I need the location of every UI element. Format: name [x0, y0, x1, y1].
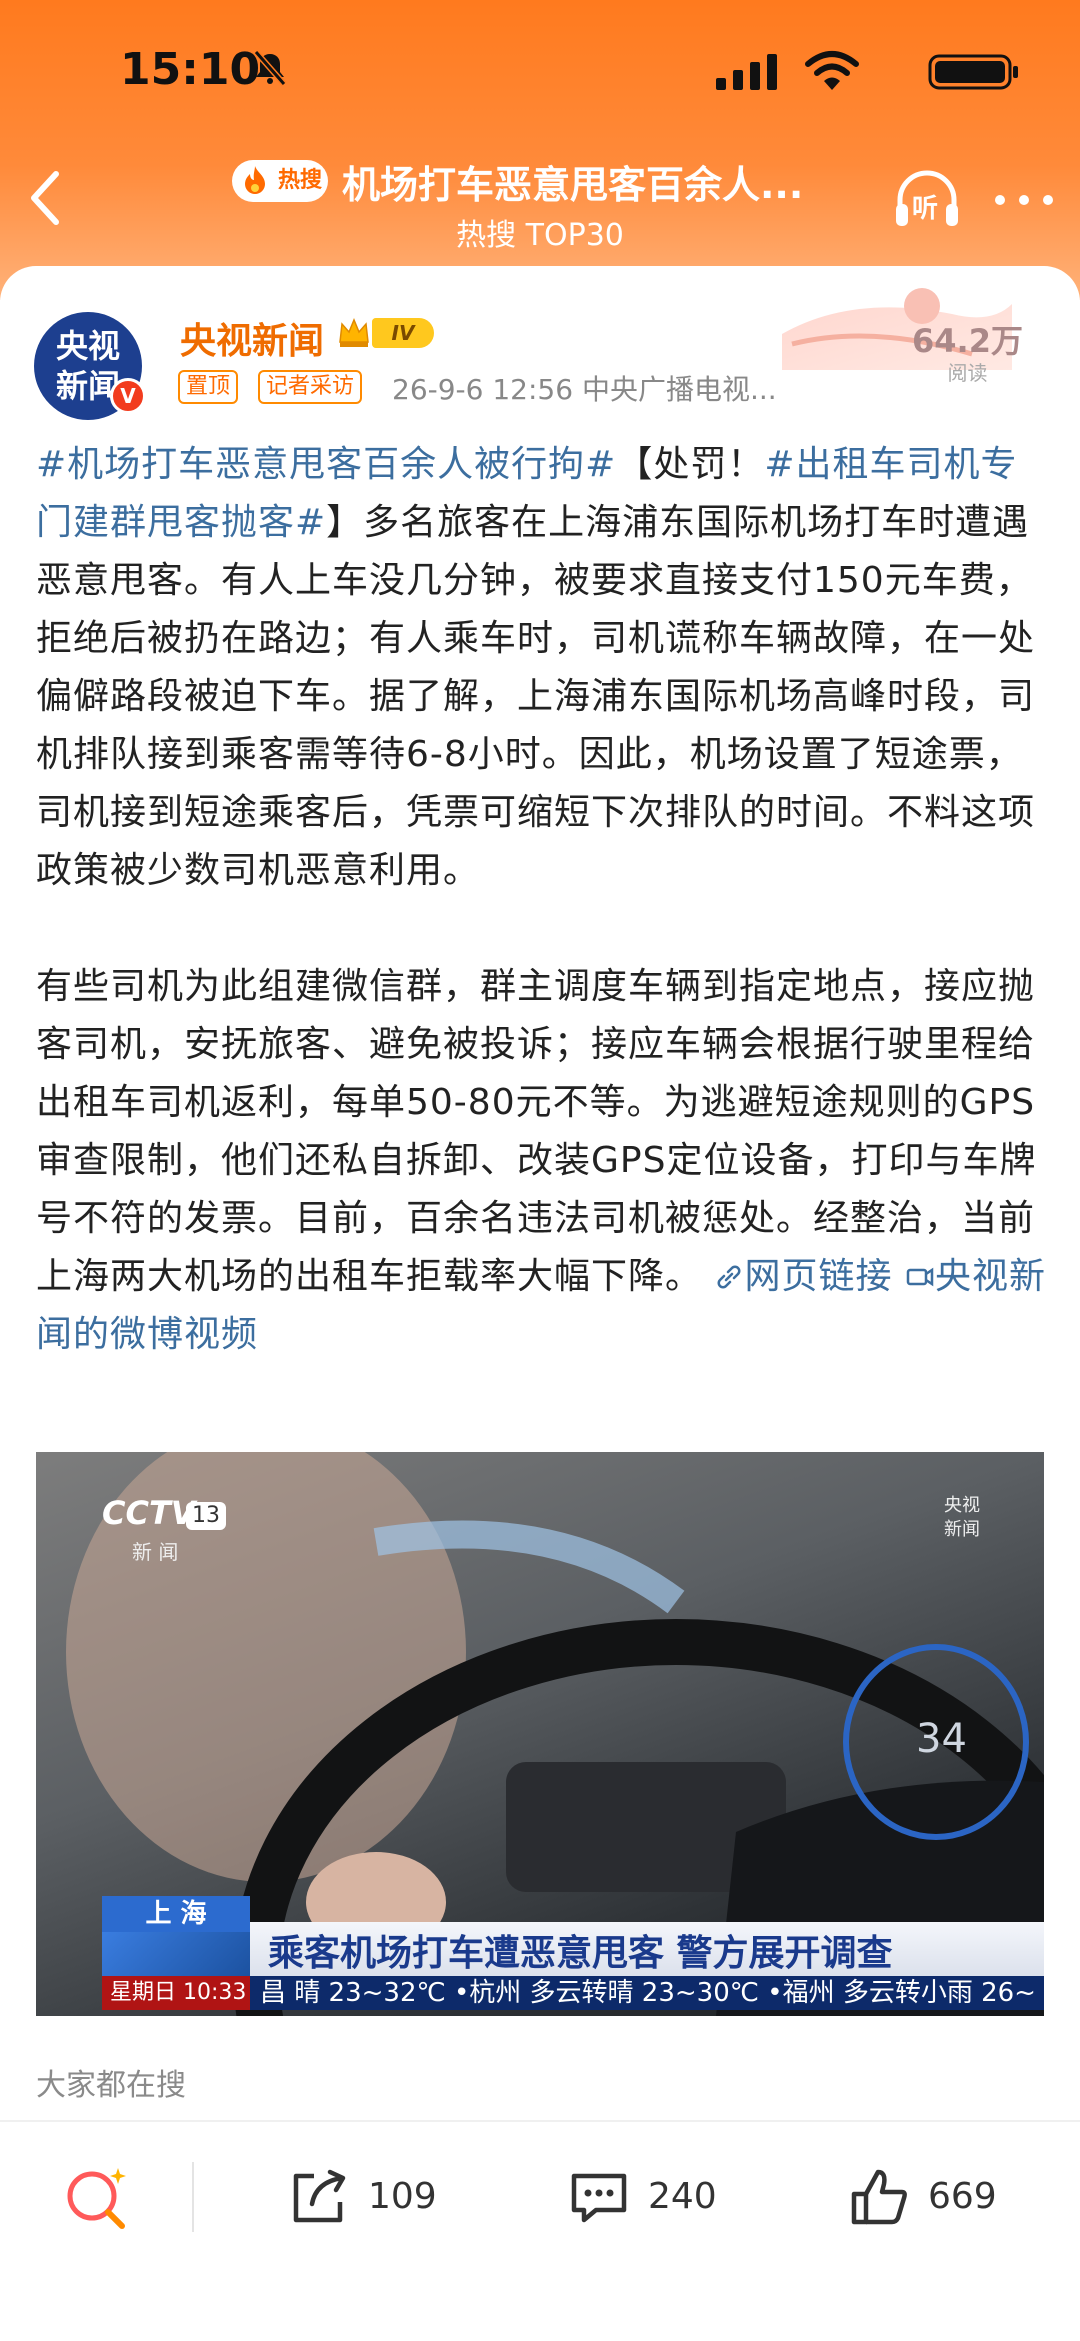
listen-label: 听	[912, 194, 939, 224]
more-options-icon[interactable]	[994, 194, 1054, 206]
comment-icon	[571, 2173, 627, 2223]
author-name[interactable]: 央视新闻	[180, 312, 324, 364]
member-level-badge: IV	[372, 318, 434, 348]
comment-count: 240	[648, 2176, 717, 2217]
comment-button[interactable]: 240	[566, 2164, 746, 2234]
video-player[interactable]: 34 CCTV 13 新 闻 央视 新闻 上 海 乘客机场打车遭恶意甩客 警方展…	[36, 1452, 1044, 2016]
post-body: #机场打车恶意甩客百余人被行拘#【处罚！#出租车司机专门建群甩客抛客#】多名旅客…	[36, 436, 1046, 1364]
listen-button[interactable]: 听	[892, 168, 962, 232]
flame-icon	[245, 166, 265, 194]
view-count: 64.2万 阅读	[912, 316, 1023, 384]
like-button[interactable]: 669	[846, 2164, 1026, 2234]
post-text-fragment: 】多名旅客在上海浦东国际机场打车时遭遇恶意甩客。有人上车没几分钟，被要求直接支付…	[36, 502, 1036, 891]
hashtag-link-1[interactable]: #机场打车恶意甩客百余人被行拘#	[36, 444, 616, 485]
caption-city: 上 海	[102, 1896, 250, 1932]
wifi-icon	[805, 51, 859, 90]
battery-icon	[928, 54, 1018, 90]
share-count: 109	[368, 2176, 437, 2217]
thumbs-up-icon	[851, 2169, 907, 2225]
search-icon[interactable]	[60, 2162, 132, 2234]
post-paragraph-2: 有些司机为此组建微信群，群主调度车辆到指定地点，接应抛客司机，安抚旅客、避免被投…	[36, 958, 1046, 1364]
tag-reporter-interview: 记者采访	[258, 370, 363, 404]
share-button[interactable]: 109	[286, 2164, 446, 2234]
hot-badge-text: 热搜	[278, 168, 323, 193]
post-text-fragment: 有些司机为此组建微信群，群主调度车辆到指定地点，接应抛客司机，安抚旅客、避免被投…	[36, 966, 1037, 1297]
bottom-toolbar: 109 240 669	[0, 2120, 1080, 2341]
crown-icon	[339, 318, 369, 347]
like-count: 669	[928, 2176, 997, 2217]
web-link[interactable]: 网页链接	[714, 1256, 892, 1297]
tag-pinned: 置顶	[178, 370, 239, 404]
post-paragraph-1: #机场打车恶意甩客百余人被行拘#【处罚！#出租车司机专门建群甩客抛客#】多名旅客…	[36, 436, 1046, 900]
watermark-line1: 央视	[944, 1495, 980, 1516]
cellular-signal-icon	[716, 54, 777, 90]
share-icon	[293, 2169, 346, 2223]
cctv-channel-sub: 新 闻	[132, 1540, 179, 1564]
post-text-fragment: 【处罚！	[616, 444, 765, 485]
view-count-value: 64.2万	[912, 322, 1023, 360]
watermark-line2: 新闻	[944, 1519, 980, 1540]
verified-badge: V	[110, 378, 146, 414]
link-icon	[718, 1265, 741, 1289]
caption-weather-ticker: 昌 晴 23~32℃ •杭州 多云转晴 23~30℃ •福州 多云转小雨 26~	[250, 1976, 1044, 2010]
hot-search-badge: 热搜	[232, 160, 328, 202]
cctv-news-watermark: 央视 新闻	[942, 1494, 982, 1554]
avatar-text-line1: 央视	[55, 327, 120, 365]
mute-bell-icon	[253, 50, 287, 86]
status-bar: 15:10	[120, 44, 1020, 104]
speedometer-reading: 34	[916, 1716, 967, 1762]
status-time: 15:10	[120, 44, 261, 95]
view-count-label: 阅读	[947, 361, 988, 385]
header-title-area: 热搜 机场打车恶意甩客百余人... 热搜 TOP30	[220, 150, 860, 260]
web-link-label: 网页链接	[744, 1256, 893, 1297]
section-label: 大家都在搜	[36, 2068, 186, 2103]
post-meta: 26-9-6 12:56 中央广播电视...	[392, 373, 777, 406]
page-title: 机场打车恶意甩客百余人...	[342, 163, 804, 207]
video-icon	[906, 1267, 934, 1287]
toolbar-divider	[192, 2162, 194, 2232]
cctv-logo: CCTV	[102, 1494, 196, 1532]
page-subtitle: 热搜 TOP30	[456, 218, 624, 253]
caption-day-time: 星期日 10:33	[102, 1976, 250, 2010]
back-arrow-icon[interactable]	[26, 168, 66, 228]
cctv-channel-number: 13	[186, 1502, 226, 1530]
